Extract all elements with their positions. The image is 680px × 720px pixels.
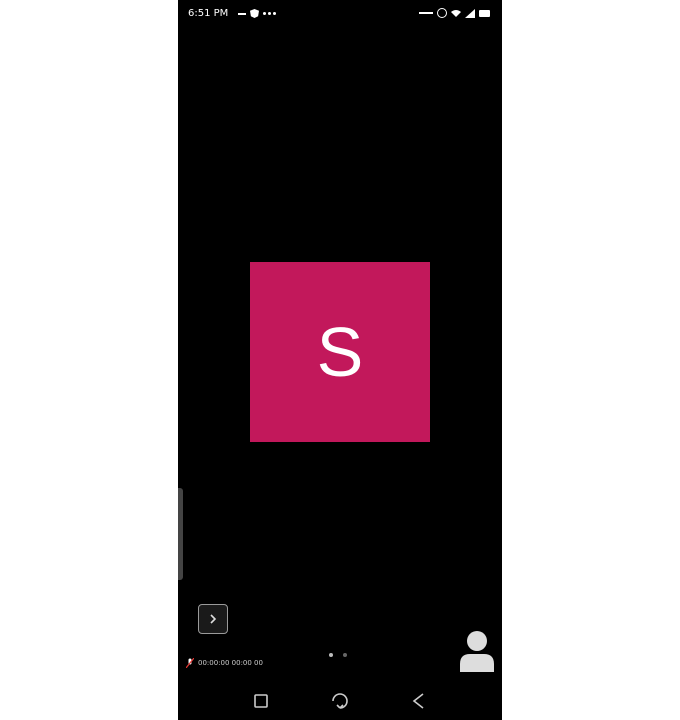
status-time: 6:51 PM xyxy=(188,8,229,19)
participant-avatar-tile: S xyxy=(250,262,430,442)
alarm-icon xyxy=(437,8,447,18)
status-bar: 6:51 PM xyxy=(178,0,502,28)
status-left-icons xyxy=(238,9,276,18)
wifi-icon xyxy=(451,10,461,17)
back-icon[interactable] xyxy=(408,690,430,712)
meeting-info-row: 00:00:00 00:00 00 xyxy=(186,658,263,668)
page-dot-active xyxy=(329,653,333,657)
network-speed-icon xyxy=(419,12,433,14)
participant-person-icon[interactable] xyxy=(458,630,496,672)
participant-initial: S xyxy=(316,313,364,391)
system-navigation-bar xyxy=(178,682,502,720)
home-icon[interactable] xyxy=(329,690,351,712)
battery-icon xyxy=(479,9,490,17)
recent-apps-icon[interactable] xyxy=(250,690,272,712)
page-indicator xyxy=(329,653,347,657)
mic-off-icon xyxy=(186,658,194,668)
side-panel-handle[interactable] xyxy=(178,488,183,580)
meeting-info-text: 00:00:00 00:00 00 xyxy=(198,659,263,667)
status-right-icons xyxy=(419,8,490,18)
shield-icon xyxy=(250,9,259,18)
signal-icon xyxy=(465,8,475,18)
expand-toolbar-button[interactable] xyxy=(198,604,228,634)
phone-screen: 6:51 PM S 00:00:00 00:00 00 xyxy=(178,0,502,720)
page-dot xyxy=(343,653,347,657)
chevron-right-icon xyxy=(210,614,217,624)
message-icon xyxy=(238,12,246,15)
more-dots-icon xyxy=(263,12,276,15)
